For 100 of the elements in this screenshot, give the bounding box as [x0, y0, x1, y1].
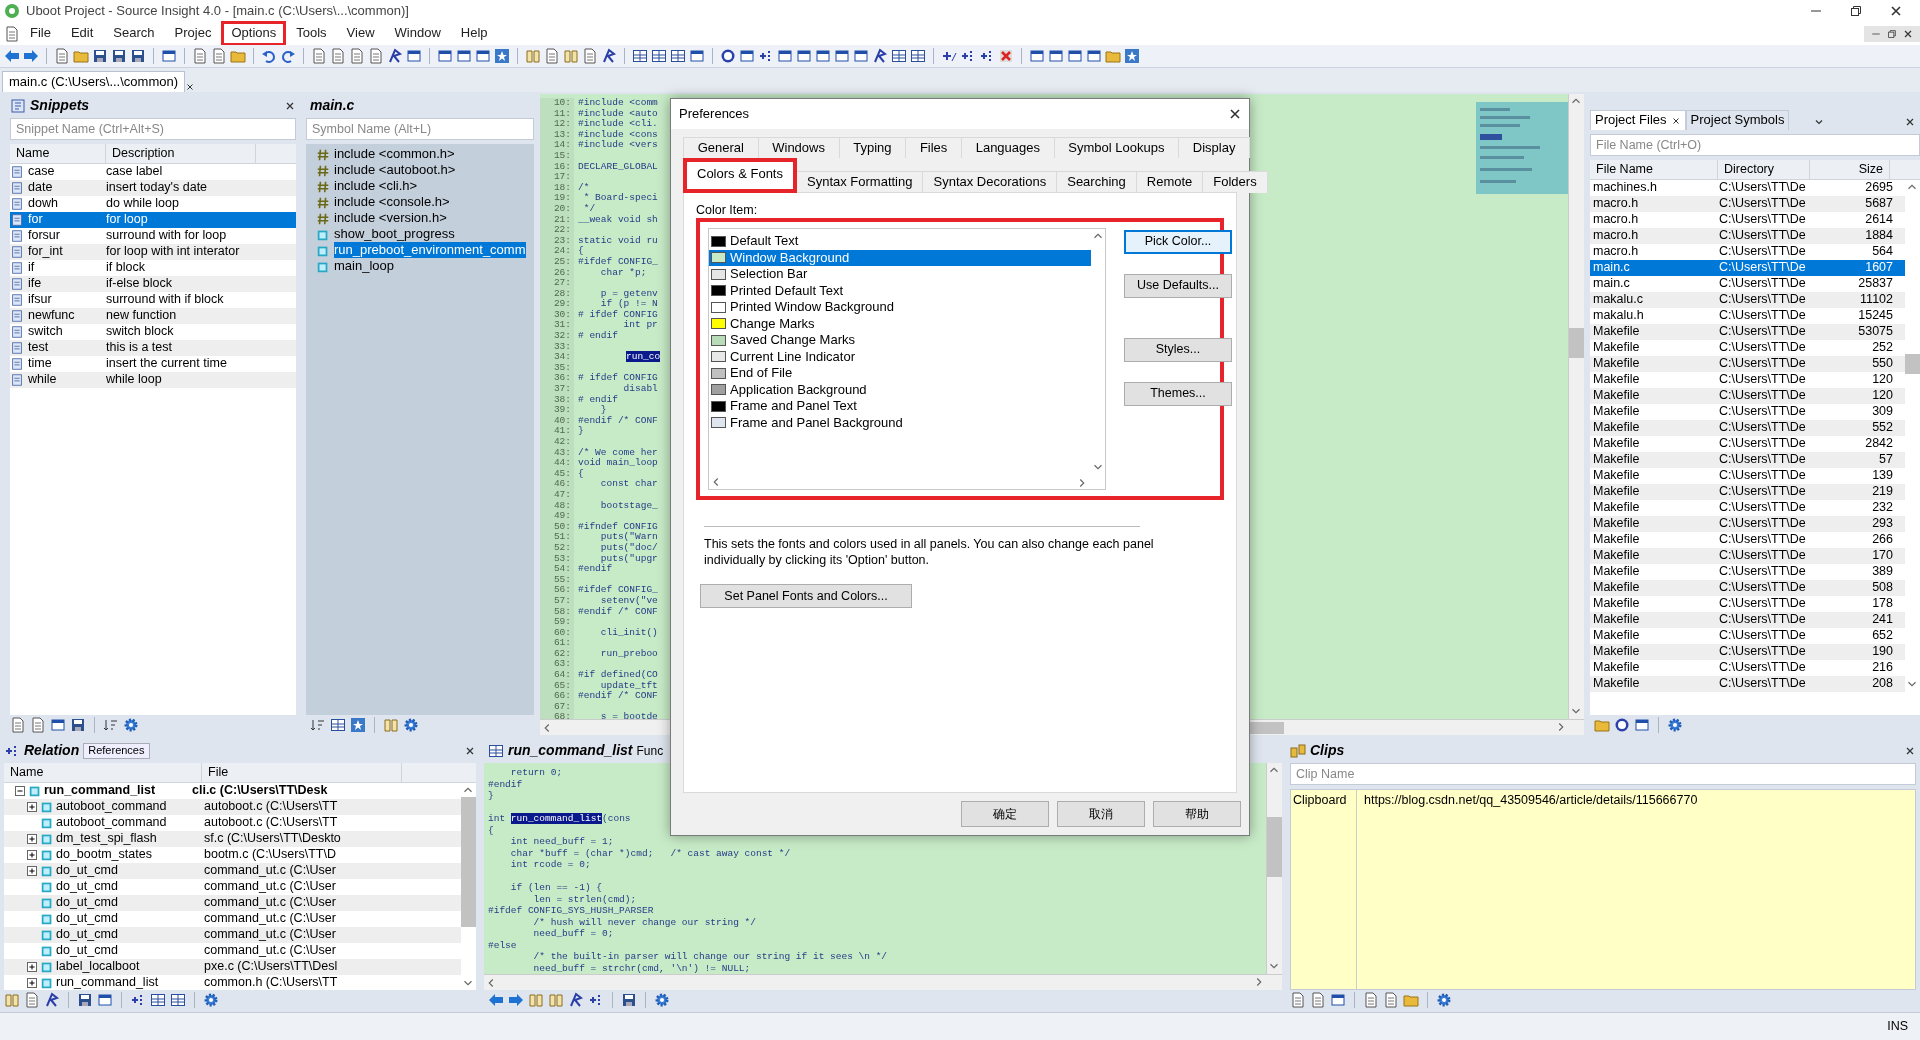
- forward-arrow-icon[interactable]: [23, 48, 39, 64]
- menu-item[interactable]: File: [20, 21, 61, 46]
- document-icon[interactable]: [1363, 992, 1379, 1008]
- close-icon[interactable]: [185, 82, 196, 92]
- table-icon[interactable]: [670, 48, 686, 64]
- document-icon[interactable]: [24, 992, 40, 1008]
- file-row[interactable]: Makefile C:\Users\TT\De 252: [1590, 340, 1905, 356]
- dialog-button[interactable]: 确定: [961, 801, 1049, 827]
- symbol-item[interactable]: include <cli.h>: [334, 177, 418, 195]
- window-icon[interactable]: [50, 717, 66, 733]
- expand-icon[interactable]: [24, 975, 40, 990]
- expand-icon[interactable]: [24, 959, 40, 975]
- table-icon[interactable]: [910, 48, 926, 64]
- color-item[interactable]: Default Text: [709, 233, 1091, 250]
- delete-icon[interactable]: [998, 48, 1014, 64]
- window-icon[interactable]: [853, 48, 869, 64]
- window-icon[interactable]: [834, 48, 850, 64]
- file-row[interactable]: Makefile C:\Users\TT\De 389: [1590, 564, 1905, 580]
- ring-icon[interactable]: [1614, 717, 1630, 733]
- document-icon[interactable]: [1290, 992, 1306, 1008]
- book-icon[interactable]: [525, 48, 541, 64]
- file-row[interactable]: makalu.c C:\Users\TT\De 11102: [1590, 292, 1905, 308]
- back-arrow-icon[interactable]: [4, 48, 20, 64]
- table-icon[interactable]: [632, 48, 648, 64]
- color-item[interactable]: Current Line Indicator: [709, 348, 1091, 366]
- color-item[interactable]: End of File: [709, 365, 1091, 382]
- snippet-row[interactable]: ife if-else block: [10, 276, 296, 292]
- dialog-tab[interactable]: Display: [1178, 137, 1251, 159]
- tree-item[interactable]: autoboot_command: [56, 815, 204, 831]
- file-row[interactable]: Makefile C:\Users\TT\De 241: [1590, 612, 1905, 628]
- file-row[interactable]: Makefile C:\Users\TT\De 120: [1590, 372, 1905, 388]
- menu-item[interactable]: View: [336, 21, 385, 46]
- document-icon[interactable]: [30, 717, 46, 733]
- expand-icon[interactable]: [24, 799, 40, 815]
- save-icon[interactable]: [130, 48, 146, 64]
- table-icon[interactable]: [170, 992, 186, 1008]
- expand-icon[interactable]: [24, 831, 40, 847]
- document-icon[interactable]: [192, 48, 208, 64]
- dialog-button[interactable]: Themes...: [1124, 382, 1232, 407]
- search-field[interactable]: Symbol Name (Alt+L): [306, 118, 534, 140]
- swoosh-icon[interactable]: [387, 48, 403, 64]
- tree-item[interactable]: do_ut_cmd: [56, 911, 204, 927]
- snippet-row[interactable]: case case label: [10, 164, 296, 180]
- menu-item[interactable]: Window: [384, 21, 451, 46]
- file-row[interactable]: Makefile C:\Users\TT\De 652: [1590, 628, 1905, 644]
- window-icon[interactable]: [1086, 48, 1102, 64]
- book-icon[interactable]: [563, 48, 579, 64]
- settings-icon[interactable]: [1667, 717, 1683, 733]
- tree-item[interactable]: dm_test_spi_flash: [56, 831, 204, 847]
- search-field[interactable]: Snippet Name (Ctrl+Alt+S): [10, 118, 296, 140]
- dialog-tab[interactable]: Folders: [1202, 171, 1268, 193]
- sort-icon[interactable]: [103, 717, 119, 733]
- dialog-tab[interactable]: Colors & Fonts: [683, 158, 797, 193]
- document-icon[interactable]: [544, 48, 560, 64]
- document-icon[interactable]: [311, 48, 327, 64]
- dialog-tab[interactable]: General: [683, 137, 759, 159]
- collapse-icon[interactable]: [12, 783, 28, 799]
- swoosh-icon[interactable]: [601, 48, 617, 64]
- restore-icon[interactable]: [1848, 3, 1864, 19]
- dialog-button[interactable]: Styles...: [1124, 338, 1232, 363]
- file-row[interactable]: main.c C:\Users\TT\De 1607: [1590, 260, 1905, 276]
- table-icon[interactable]: [651, 48, 667, 64]
- file-row[interactable]: macro.h C:\Users\TT\De 1884: [1590, 228, 1905, 244]
- file-row[interactable]: makalu.h C:\Users\TT\De 15245: [1590, 308, 1905, 324]
- column-header[interactable]: Name: [10, 144, 106, 164]
- back-arrow-icon[interactable]: [488, 992, 504, 1008]
- dialog-button[interactable]: Set Panel Fonts and Colors...: [700, 584, 912, 609]
- scrollbar-thumb[interactable]: [1905, 354, 1920, 374]
- window-icon[interactable]: [777, 48, 793, 64]
- file-row[interactable]: Makefile C:\Users\TT\De 190: [1590, 644, 1905, 660]
- document-icon[interactable]: [10, 717, 26, 733]
- save-icon[interactable]: [111, 48, 127, 64]
- symbol-item[interactable]: include <common.h>: [334, 145, 455, 163]
- file-row[interactable]: Makefile C:\Users\TT\De 232: [1590, 500, 1905, 516]
- window-icon[interactable]: [97, 992, 113, 1008]
- window-icon[interactable]: [796, 48, 812, 64]
- scrollbar-thumb[interactable]: [1569, 328, 1584, 358]
- file-row[interactable]: Makefile C:\Users\TT\De 219: [1590, 484, 1905, 500]
- menu-item[interactable]: Search: [103, 21, 165, 46]
- color-item[interactable]: Window Background: [709, 249, 1091, 267]
- tree-item[interactable]: do_bootm_states: [56, 847, 204, 863]
- column-header[interactable]: Name: [4, 763, 202, 783]
- panel-tab[interactable]: Project Files: [1590, 110, 1686, 130]
- column-header[interactable]: File Name: [1590, 160, 1718, 180]
- file-row[interactable]: Makefile C:\Users\TT\De 293: [1590, 516, 1905, 532]
- table-icon[interactable]: [891, 48, 907, 64]
- save-icon[interactable]: [70, 717, 86, 733]
- redo-icon[interactable]: [280, 48, 296, 64]
- window-icon[interactable]: [739, 48, 755, 64]
- tree-item[interactable]: label_localboot: [56, 959, 204, 975]
- snippet-row[interactable]: if if block: [10, 260, 296, 276]
- snippet-row[interactable]: forsur surround with for loop: [10, 228, 296, 244]
- color-item[interactable]: Application Background: [709, 381, 1091, 399]
- snippet-row[interactable]: ifsur surround with if block: [10, 292, 296, 308]
- search-field[interactable]: File Name (Ctrl+O): [1590, 134, 1920, 156]
- snippet-row[interactable]: while while loop: [10, 372, 296, 388]
- settings-icon[interactable]: [123, 717, 139, 733]
- file-row[interactable]: Makefile C:\Users\TT\De 170: [1590, 548, 1905, 564]
- tree-item[interactable]: do_ut_cmd: [56, 927, 204, 943]
- snippet-row[interactable]: date insert today's date: [10, 180, 296, 196]
